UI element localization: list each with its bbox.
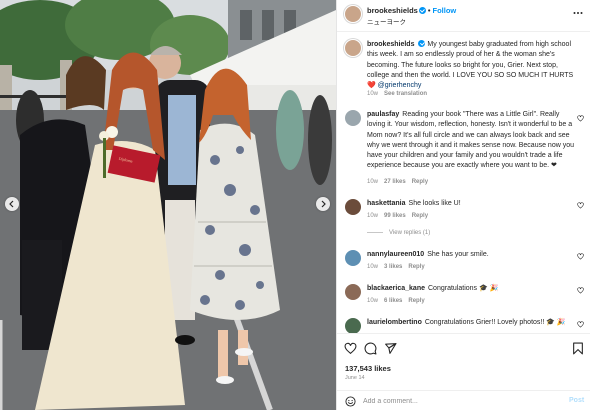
caption-time: 10w bbox=[367, 91, 379, 97]
share-icon[interactable] bbox=[384, 342, 397, 355]
comment-time: 10w bbox=[367, 264, 379, 270]
comment-username[interactable]: haskettania bbox=[367, 200, 406, 207]
emoji-icon[interactable] bbox=[345, 396, 356, 407]
comment-username[interactable]: nannylaureen010 bbox=[367, 251, 424, 258]
author-username-line: brookeshields • Follow bbox=[367, 6, 456, 15]
comment-body: She looks like U! bbox=[408, 200, 461, 207]
heart-icon[interactable] bbox=[577, 115, 584, 122]
comment-meta: 10w 6 likes Reply bbox=[367, 298, 431, 304]
post-header: brookeshields • Follow ニューヨーク bbox=[337, 0, 590, 32]
heart-icon[interactable] bbox=[344, 342, 357, 355]
reply-button[interactable]: Reply bbox=[408, 298, 424, 304]
post-location[interactable]: ニューヨーク bbox=[367, 16, 406, 26]
comment-body: Congratulations Grier!! Lovely photos!! … bbox=[424, 319, 566, 326]
comment-time: 10w bbox=[367, 179, 379, 185]
comments-list[interactable]: brookeshields My youngest baby graduated… bbox=[337, 33, 590, 333]
chevron-left-icon bbox=[9, 200, 14, 208]
comment-body: Reading your book "There was a Little Gi… bbox=[367, 111, 575, 170]
comment-text: paulasfay Reading your book "There was a … bbox=[367, 110, 575, 172]
carousel-next-button[interactable] bbox=[316, 197, 330, 211]
comment-input[interactable] bbox=[363, 395, 553, 407]
heart-icon[interactable] bbox=[577, 287, 584, 294]
comment-text: laurielombertino Congratulations Grier!! … bbox=[367, 318, 575, 328]
comment-text: haskettania She looks like U! bbox=[367, 199, 575, 209]
post-comment-button[interactable]: Post bbox=[569, 397, 584, 404]
comment-time: 10w bbox=[367, 298, 379, 304]
caption-meta: 10w See translation bbox=[367, 91, 433, 97]
comment-avatar[interactable] bbox=[345, 284, 361, 300]
caption-avatar[interactable] bbox=[345, 40, 361, 56]
caption-text: brookeshields My youngest baby graduated… bbox=[367, 40, 575, 91]
comment-likes[interactable]: 3 likes bbox=[384, 264, 402, 270]
comment-username[interactable]: paulasfay bbox=[367, 111, 399, 118]
view-replies-button[interactable]: View replies (1) bbox=[367, 230, 430, 236]
view-replies-label[interactable]: View replies (1) bbox=[389, 230, 430, 236]
likes-count[interactable]: 137,543 likes bbox=[345, 364, 391, 373]
comment-avatar[interactable] bbox=[345, 250, 361, 266]
post-date: June 14 bbox=[345, 375, 365, 381]
post-photo: Diploma bbox=[0, 0, 336, 410]
author-avatar[interactable] bbox=[345, 6, 361, 22]
replies-divider bbox=[367, 231, 383, 233]
bookmark-icon[interactable] bbox=[572, 342, 584, 355]
comment-username[interactable]: laurielombertino bbox=[367, 319, 422, 326]
comment-avatar[interactable] bbox=[345, 318, 361, 333]
comment-time: 10w bbox=[367, 213, 379, 219]
comment-likes[interactable]: 6 likes bbox=[384, 298, 402, 304]
more-options-icon[interactable] bbox=[573, 11, 583, 15]
comment-meta: 10w 99 likes Reply bbox=[367, 213, 434, 219]
see-translation-link[interactable]: See translation bbox=[384, 91, 427, 97]
heart-icon[interactable] bbox=[577, 253, 584, 260]
heart-icon[interactable] bbox=[577, 202, 584, 209]
comment-likes[interactable]: 27 likes bbox=[384, 179, 406, 185]
heart-icon[interactable] bbox=[577, 321, 584, 328]
separator-dot: • bbox=[427, 6, 431, 15]
comment-avatar[interactable] bbox=[345, 199, 361, 215]
comment-meta: 10w 27 likes Reply bbox=[367, 179, 434, 185]
reply-button[interactable]: Reply bbox=[408, 264, 424, 270]
carousel-prev-button[interactable] bbox=[5, 197, 19, 211]
add-comment-bar: Post bbox=[337, 390, 590, 410]
reply-button[interactable]: Reply bbox=[412, 213, 428, 219]
follow-button[interactable]: Follow bbox=[433, 6, 457, 15]
comment-meta: 10w 3 likes Reply bbox=[367, 264, 431, 270]
post-actions: 137,543 likes June 14 Post bbox=[337, 333, 590, 410]
heart-emoji: ❤️ bbox=[367, 82, 376, 90]
post-sidebar: brookeshields • Follow ニューヨーク brookeshield… bbox=[336, 0, 590, 410]
graduation-photo: Diploma bbox=[0, 0, 336, 410]
author-username[interactable]: brookeshields bbox=[367, 6, 418, 15]
comment-text: nannylaureen010 She has your smile. bbox=[367, 250, 575, 260]
verified-badge-icon bbox=[418, 7, 426, 14]
comment-icon[interactable] bbox=[364, 342, 377, 355]
verified-badge-icon bbox=[418, 40, 426, 47]
comment-likes[interactable]: 99 likes bbox=[384, 213, 406, 219]
caption-username[interactable]: brookeshields bbox=[367, 41, 414, 48]
comment-username[interactable]: blackaerica_kane bbox=[367, 285, 425, 292]
reply-button[interactable]: Reply bbox=[412, 179, 428, 185]
caption-mention[interactable]: @grierhenchy bbox=[378, 82, 422, 89]
comment-body: She has your smile. bbox=[427, 251, 489, 258]
comment-avatar[interactable] bbox=[345, 110, 361, 126]
chevron-right-icon bbox=[321, 200, 326, 208]
comment-text: blackaerica_kane Congratulations 🎓 🎉 bbox=[367, 284, 575, 294]
comment-body: Congratulations 🎓 🎉 bbox=[428, 285, 499, 292]
